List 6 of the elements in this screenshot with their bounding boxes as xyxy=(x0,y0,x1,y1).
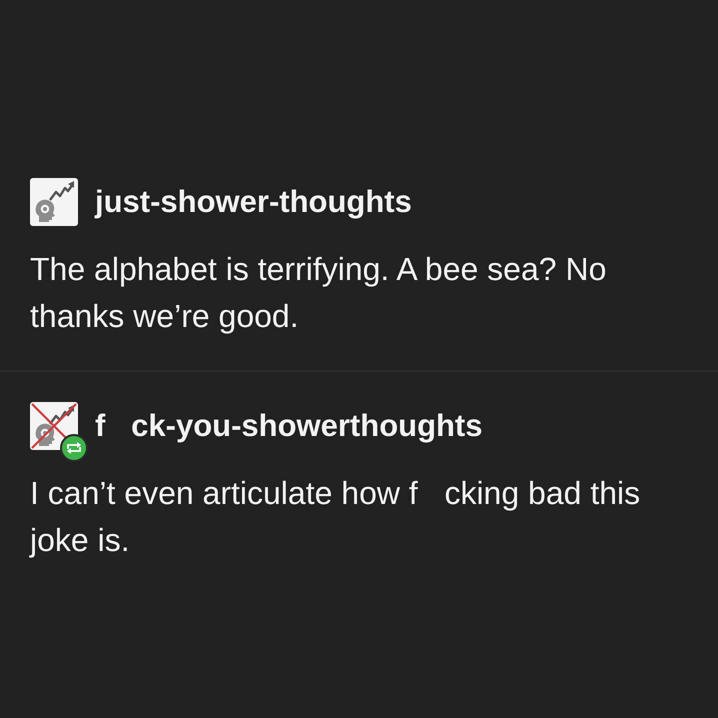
post-text: I can’t even articulate how f cking bad this joke is. xyxy=(30,474,642,560)
username-link[interactable]: f ck-you-showerthoughts xyxy=(95,408,482,444)
crossed-out-avatar-icon[interactable] xyxy=(30,402,78,450)
avatar-icon[interactable] xyxy=(30,178,78,226)
post-text: The alphabet is terrifying. A bee sea? No thanks we’re good. xyxy=(30,250,608,336)
username-link[interactable]: just-shower-thoughts xyxy=(95,184,412,220)
